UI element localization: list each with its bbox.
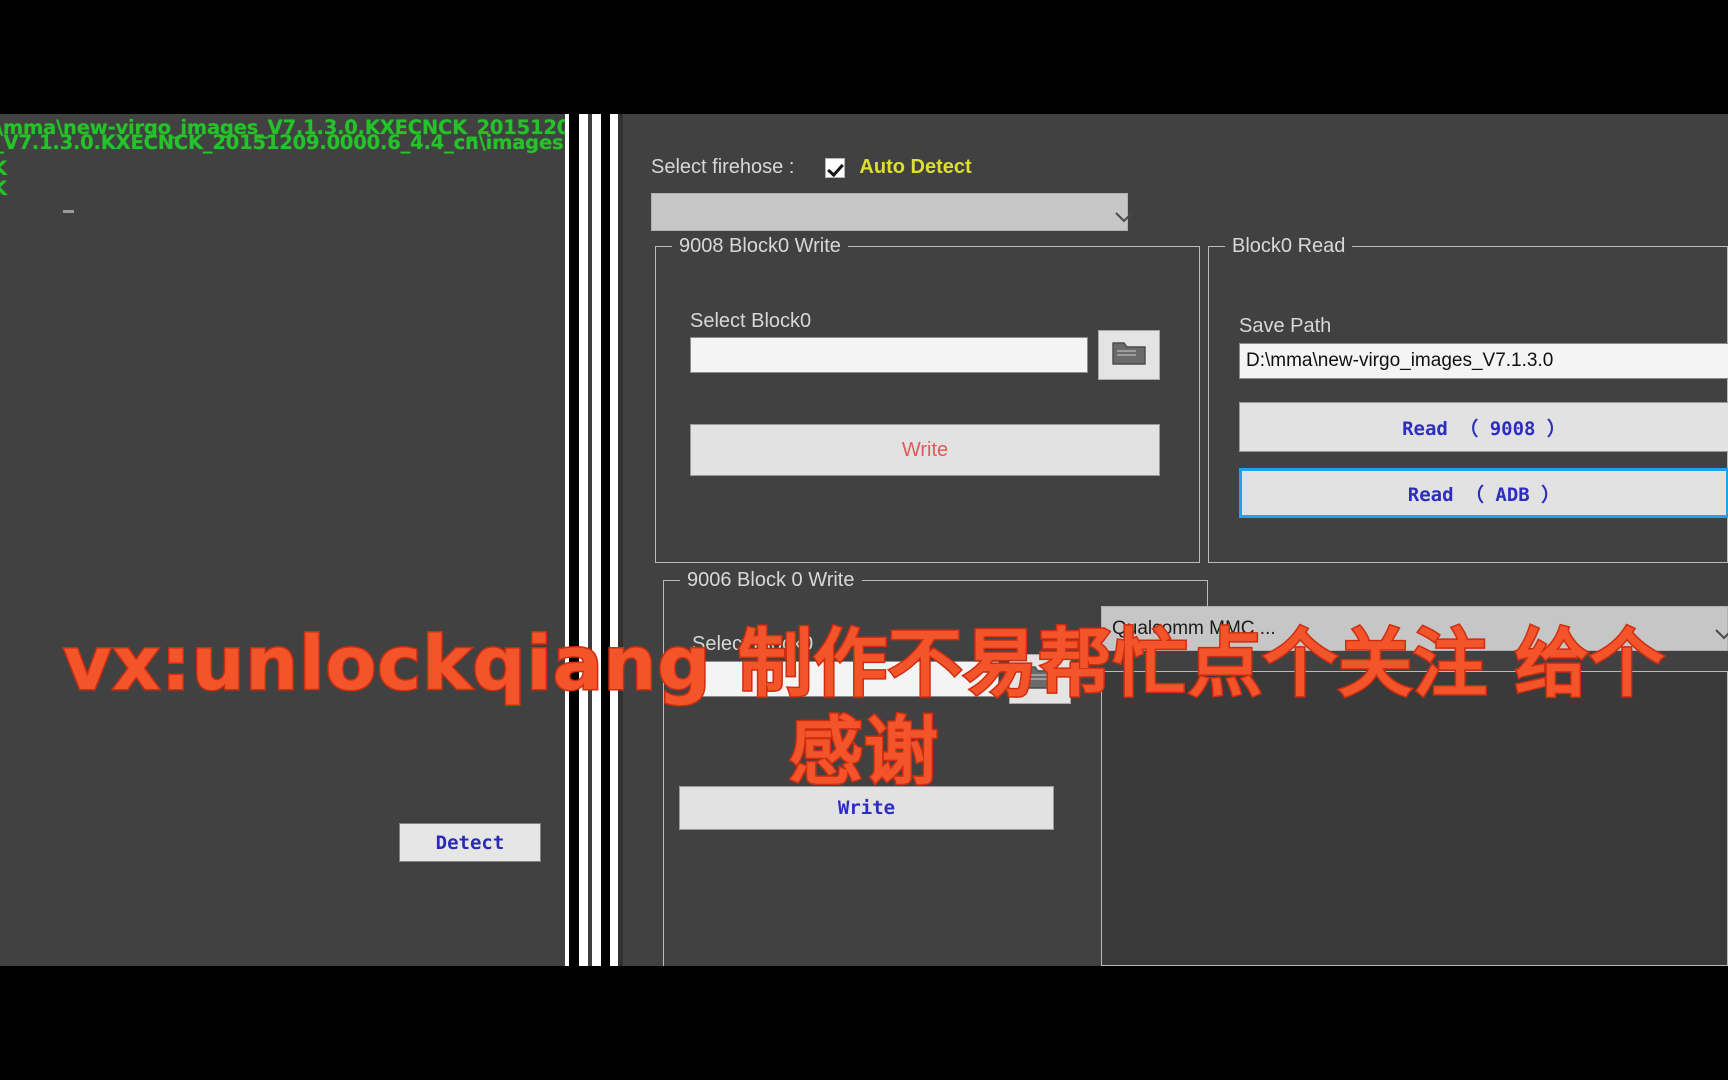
console-pane[interactable]: \mma\new-virgo_images_V7.1.3.0.KXECNCK_2…	[0, 114, 665, 966]
device-combobox[interactable]: Qualcomm MMC ...	[1101, 606, 1728, 651]
browse-folder-button-9006[interactable]	[1009, 654, 1071, 704]
console-line: _V7.1.3.0.KXECNCK_20151209.0000.6_4.4_cn…	[0, 131, 564, 154]
write-button-9008[interactable]: Write	[690, 424, 1160, 476]
detect-button[interactable]: Detect	[399, 823, 541, 862]
read-adb-button[interactable]: Read （ ADB ）	[1239, 468, 1728, 518]
save-path-label: Save Path	[1239, 315, 1332, 337]
read-9008-button[interactable]: Read （ 9008 ）	[1239, 402, 1728, 452]
select-block0-input-9008[interactable]	[690, 337, 1088, 373]
folder-icon	[1023, 663, 1057, 695]
write-button-9006[interactable]: Write	[679, 786, 1054, 830]
splitter-bar[interactable]	[592, 114, 601, 966]
group-9008-title: 9008 Block0 Write	[672, 235, 848, 258]
save-path-input[interactable]: D:\mma\new-virgo_images_V7.1.3.0	[1239, 343, 1728, 379]
firehose-combobox[interactable]	[651, 193, 1133, 231]
console-line: K	[0, 176, 7, 201]
auto-detect-label: Auto Detect	[859, 156, 972, 178]
form-pane: Select firehose : Auto Detect 9008 Block…	[623, 114, 1728, 966]
select-firehose-label: Select firehose :	[651, 156, 795, 178]
console-caret-marker	[63, 210, 74, 213]
device-combobox-value: Qualcomm MMC ...	[1112, 617, 1276, 639]
group-block0-read: Block0 Read Save Path D:\mma\new-virgo_i…	[1208, 235, 1728, 563]
splitter-bar	[569, 114, 579, 966]
splitter-bar[interactable]	[579, 114, 588, 966]
app-window: \mma\new-virgo_images_V7.1.3.0.KXECNCK_2…	[0, 114, 1728, 966]
splitter-bar[interactable]	[610, 114, 618, 966]
folder-icon	[1112, 339, 1146, 371]
auto-detect-checkbox[interactable]	[825, 157, 846, 178]
group-9006-title: 9006 Block 0 Write	[680, 569, 862, 592]
select-block0-label-9008: Select Block0	[690, 310, 812, 332]
group-9008-block0-write: 9008 Block0 Write Select Block0 Write	[655, 235, 1200, 563]
screenshot-root: \mma\new-virgo_images_V7.1.3.0.KXECNCK_2…	[0, 0, 1728, 1080]
group-block0-read-title: Block0 Read	[1225, 235, 1353, 258]
select-firehose-row: Select firehose : Auto Detect	[651, 156, 972, 179]
browse-folder-button-9008[interactable]	[1098, 330, 1160, 380]
select-block0-label-9006: Select Block0	[692, 633, 814, 655]
select-block0-input-9006[interactable]	[692, 661, 999, 697]
splitter-bar	[601, 114, 610, 966]
device-list-box[interactable]	[1101, 671, 1728, 966]
